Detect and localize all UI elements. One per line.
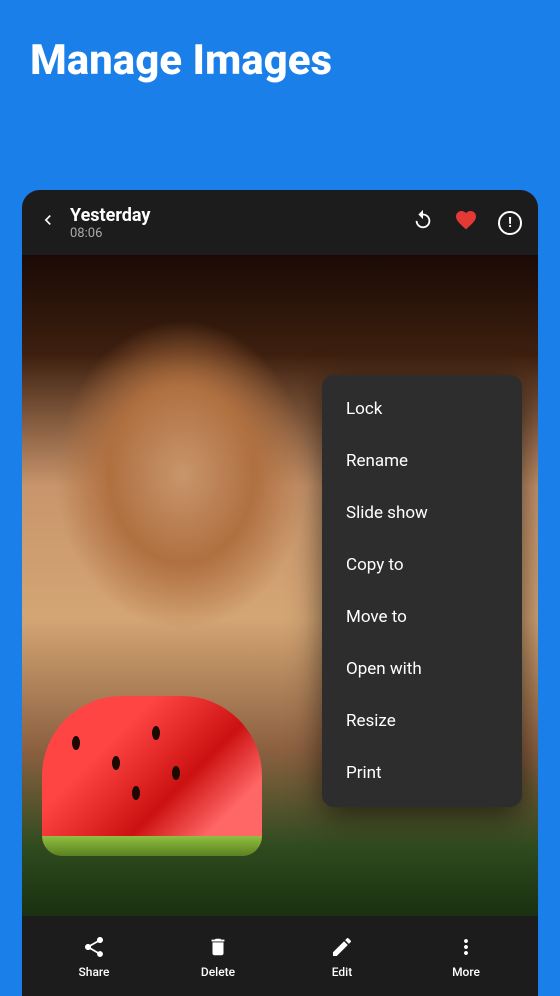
top-bar: Yesterday 08:06 ! — [22, 190, 538, 255]
edit-button[interactable]: Edit — [307, 933, 377, 979]
image-title: Yesterday — [70, 205, 412, 226]
title-group: Yesterday 08:06 — [70, 205, 412, 241]
back-button[interactable] — [38, 210, 58, 236]
photo-watermelon — [42, 696, 262, 856]
image-time: 08:06 — [70, 226, 412, 241]
menu-item-slideshow[interactable]: Slide show — [322, 487, 522, 539]
rotate-button[interactable] — [412, 209, 434, 236]
header-area: Manage Images — [0, 0, 560, 116]
delete-button[interactable]: Delete — [183, 933, 253, 979]
menu-item-move-to[interactable]: Move to — [322, 591, 522, 643]
app-container: Yesterday 08:06 ! — [22, 190, 538, 996]
edit-label: Edit — [332, 965, 352, 979]
context-menu: Lock Rename Slide show Copy to Move to O… — [322, 375, 522, 807]
share-icon — [82, 933, 106, 961]
bottom-bar: Share Delete Edit More — [22, 916, 538, 996]
info-button[interactable]: ! — [498, 211, 522, 235]
more-label: More — [452, 965, 480, 979]
delete-icon — [207, 933, 229, 961]
more-icon — [454, 933, 478, 961]
watermelon-rind — [42, 836, 262, 856]
share-label: Share — [79, 965, 110, 979]
page-title: Manage Images — [30, 36, 530, 86]
watermelon-seeds — [72, 736, 80, 750]
share-button[interactable]: Share — [59, 933, 129, 979]
menu-item-copy-to[interactable]: Copy to — [322, 539, 522, 591]
more-button[interactable]: More — [431, 933, 501, 979]
delete-label: Delete — [201, 965, 235, 979]
menu-item-open-with[interactable]: Open with — [322, 643, 522, 695]
menu-item-print[interactable]: Print — [322, 747, 522, 799]
top-actions: ! — [412, 208, 522, 238]
favorite-button[interactable] — [454, 208, 478, 238]
edit-icon — [330, 933, 354, 961]
image-area: Lock Rename Slide show Copy to Move to O… — [22, 255, 538, 916]
menu-item-resize[interactable]: Resize — [322, 695, 522, 747]
menu-item-rename[interactable]: Rename — [322, 435, 522, 487]
menu-item-lock[interactable]: Lock — [322, 383, 522, 435]
